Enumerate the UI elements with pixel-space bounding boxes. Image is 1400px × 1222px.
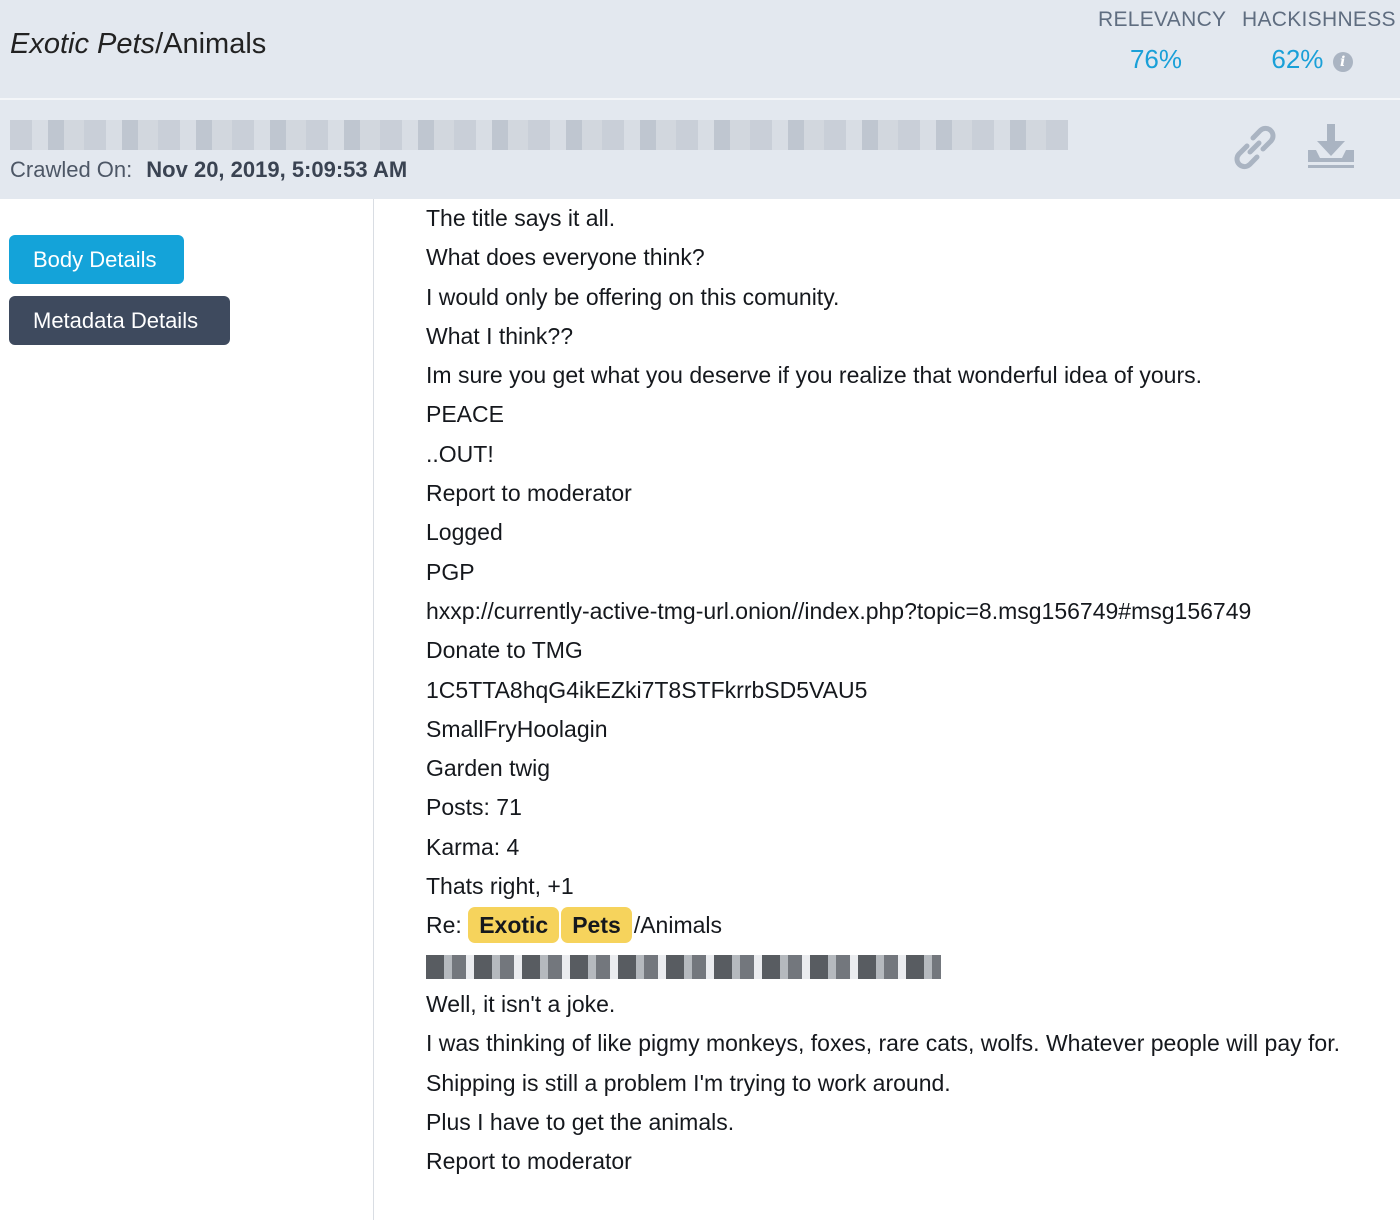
post-line: Garden twig [426,755,551,782]
hackishness-metric: HACKISHNESS 62% i [1242,8,1396,75]
relevancy-label: RELEVANCY [1098,8,1227,31]
post-line: SmallFryHoolagin [426,715,608,742]
post-line: Report to moderator [426,480,632,507]
post-line: Report to moderator [426,1148,632,1175]
re-prefix: Re: [426,912,462,939]
post-line: PGP [426,558,475,585]
redacted-line [426,946,1356,985]
post-lines-after: Well, it isn't a joke. I was thinking of … [426,985,1356,1181]
post-line: Donate to TMG [426,637,583,664]
info-icon[interactable]: i [1332,52,1353,72]
crawled-on: Crawled On: Nov 20, 2019, 5:09:53 AM [10,157,407,183]
post-line: Logged [426,519,503,546]
re-subject-line: Re: Exotic Pets/Animals [426,906,1356,945]
post-line: ..OUT! [426,440,494,467]
relevancy-metric: RELEVANCY 76% [1098,8,1227,75]
crawl-info-bar: Crawled On: Nov 20, 2019, 5:09:53 AM [0,100,1400,199]
post-line: hxxp://currently-active-tmg-url.onion//i… [426,597,1252,624]
post-line: I was thinking of like pigmy monkeys, fo… [426,1030,1340,1057]
body-details-button[interactable]: Body Details [9,235,184,284]
title-keyword: Exotic Pets [10,28,156,60]
redacted-text [426,954,941,979]
post-line: Plus I have to get the animals. [426,1108,735,1135]
page-title: Exotic Pets/Animals [10,28,266,61]
hackishness-value: 62% [1271,44,1324,74]
post-line: What I think?? [426,322,574,349]
post-line: Karma: 4 [426,833,520,860]
content-area: Body Details Metadata Details The title … [0,199,1400,1220]
post-line: I would only be offering on this comunit… [426,283,840,310]
post-line: Well, it isn't a joke. [426,990,616,1017]
title-suffix: /Animals [155,28,267,60]
post-line: The title says it all. [426,205,616,231]
download-icon[interactable] [1304,122,1358,175]
post-line: PEACE [426,401,504,428]
post-lines-before: The title says it all. What does everyone… [426,199,1356,906]
redacted-url [10,120,1068,150]
post-line: Shipping is still a problem I'm trying t… [426,1069,951,1096]
page-header: Exotic Pets/Animals RELEVANCY 76% HACKIS… [0,0,1400,100]
post-line: 1C5TTA8hqG4ikEZki7T8STFkrrbSD5VAU5 [426,676,868,703]
link-icon[interactable] [1228,122,1282,179]
hackishness-label: HACKISHNESS [1242,8,1396,31]
relevancy-value: 76% [1129,44,1183,74]
post-body: The title says it all. What does everyone… [426,199,1356,1181]
crawled-date: Nov 20, 2019, 5:09:53 AM [146,157,408,182]
re-suffix: /Animals [633,912,723,939]
crawled-label: Crawled On: [10,157,133,182]
post-line: Posts: 71 [426,794,522,821]
post-line: Im sure you get what you deserve if you … [426,362,1203,389]
hackishness-value-row: 62% i [1242,44,1382,75]
sidebar: Body Details Metadata Details [0,199,374,1220]
post-line: Thats right, +1 [426,873,574,900]
highlight-tag-exotic: Exotic [468,907,560,944]
highlight-tag-pets: Pets [561,907,632,944]
post-line: What does everyone think? [426,244,705,271]
metadata-details-button[interactable]: Metadata Details [9,296,230,345]
